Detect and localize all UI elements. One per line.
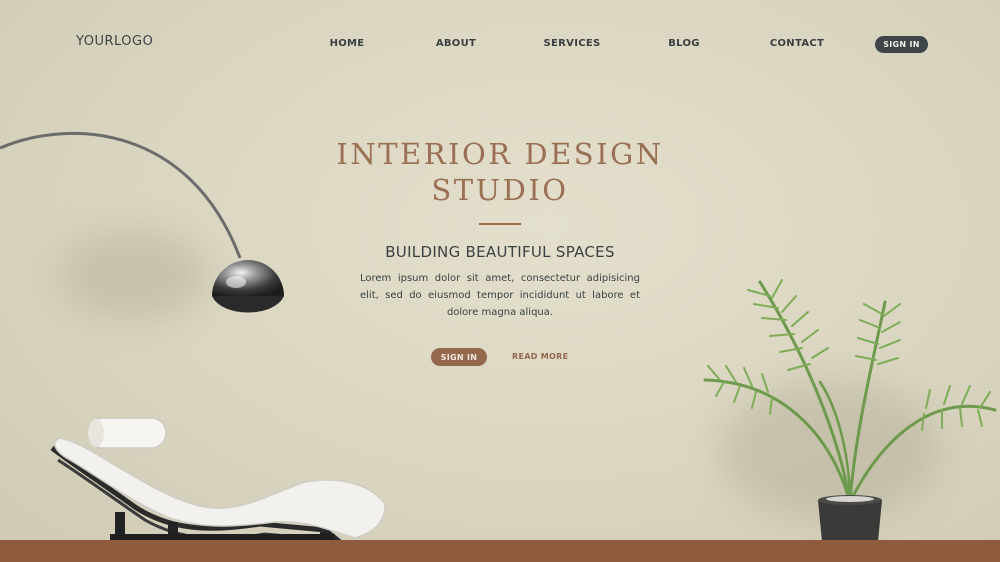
nav-about[interactable]: ABOUT xyxy=(436,38,476,49)
hero-description: Lorem ipsum dolor sit amet, consectetur … xyxy=(360,273,640,318)
title-divider xyxy=(479,223,521,225)
potted-palm-illustration xyxy=(703,279,997,562)
hero-title-line: STUDIO xyxy=(431,173,569,207)
hero-title: INTERIOR DESIGN STUDIO xyxy=(300,136,700,208)
nav-services[interactable]: SERVICES xyxy=(544,38,601,49)
arc-lamp-illustration xyxy=(0,131,284,313)
read-more-link[interactable]: READ MORE xyxy=(512,352,568,361)
nav-blog[interactable]: BLOG xyxy=(668,38,700,49)
hero-title-line: INTERIOR DESIGN xyxy=(336,137,664,171)
hero-subtitle: BUILDING BEAUTIFUL SPACES xyxy=(385,243,615,261)
floor xyxy=(0,540,1000,562)
hero-sign-in-button[interactable]: SIGN IN xyxy=(431,348,487,366)
nav-contact[interactable]: CONTACT xyxy=(770,38,824,49)
header-sign-in-button[interactable]: SIGN IN xyxy=(875,36,928,53)
nav-home[interactable]: HOME xyxy=(330,38,365,49)
